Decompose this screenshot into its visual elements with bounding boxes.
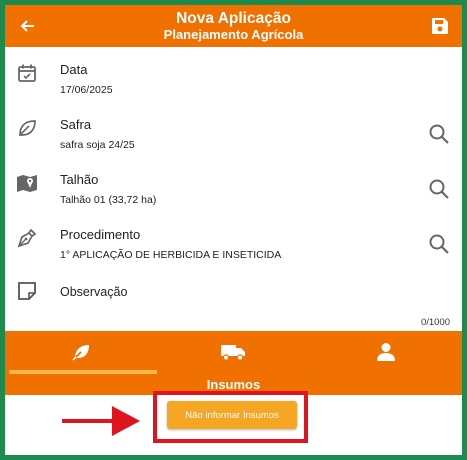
- page-subtitle: Planejamento Agrícola: [163, 27, 304, 42]
- talhao-label: Talhão: [60, 172, 99, 187]
- leaf-icon: [19, 120, 36, 136]
- safra-field[interactable]: Safra safra soja 24/25: [5, 110, 462, 164]
- procedimento-label: Procedimento: [60, 227, 141, 242]
- talhao-value: Talhão 01 (33,72 ha): [60, 194, 157, 206]
- tab-insumos[interactable]: [5, 331, 157, 373]
- note-icon: [18, 282, 36, 300]
- floppy-disk-icon: [432, 18, 448, 34]
- header-titles: Nova Aplicação Planejamento Agrícola: [65, 10, 402, 43]
- tab-transporte[interactable]: [157, 331, 309, 373]
- save-button[interactable]: [428, 14, 452, 38]
- observacao-field[interactable]: Observação: [60, 285, 127, 299]
- tab-section-title: Insumos: [206, 377, 261, 392]
- safra-value: safra soja 24/25: [60, 139, 135, 151]
- date-label: Data: [60, 62, 88, 77]
- arrow-left-icon: [20, 20, 34, 32]
- app-header: Nova Aplicação Planejamento Agrícola: [5, 5, 462, 47]
- skip-insumos-button[interactable]: Não informar Insumos: [167, 401, 297, 429]
- tab-bar: Insumos: [5, 331, 462, 395]
- observacao-counter: 0/1000: [420, 317, 450, 328]
- calendar-icon: [18, 64, 36, 82]
- talhao-field[interactable]: Talhão Talhão 01 (33,72 ha): [5, 165, 462, 219]
- truck-icon: [221, 345, 245, 361]
- pen-nib-icon: [17, 228, 37, 248]
- date-value: 17/06/2025: [60, 84, 113, 96]
- selected-tab-indicator: [9, 370, 157, 374]
- procedimento-field[interactable]: Procedimento 1° APLICAÇÃO DE HERBICIDA E…: [5, 220, 462, 274]
- arrow-right-icon: [62, 406, 140, 436]
- leaf-icon: [72, 345, 89, 361]
- person-icon: [377, 343, 395, 361]
- page-title: Nova Aplicação: [176, 10, 291, 27]
- safra-label: Safra: [60, 117, 92, 132]
- talhao-search-icon[interactable]: [428, 178, 450, 200]
- app-screen: Nova Aplicação Planejamento Agrícola Dat…: [5, 5, 462, 455]
- date-field[interactable]: Data 17/06/2025: [5, 55, 462, 109]
- procedimento-search-icon[interactable]: [428, 233, 450, 255]
- back-button[interactable]: [15, 14, 39, 38]
- tab-pessoas[interactable]: [310, 331, 462, 373]
- procedimento-value: 1° APLICAÇÃO DE HERBICIDA E INSETICIDA: [60, 249, 282, 261]
- map-icon: [17, 175, 37, 192]
- safra-search-icon[interactable]: [428, 123, 450, 145]
